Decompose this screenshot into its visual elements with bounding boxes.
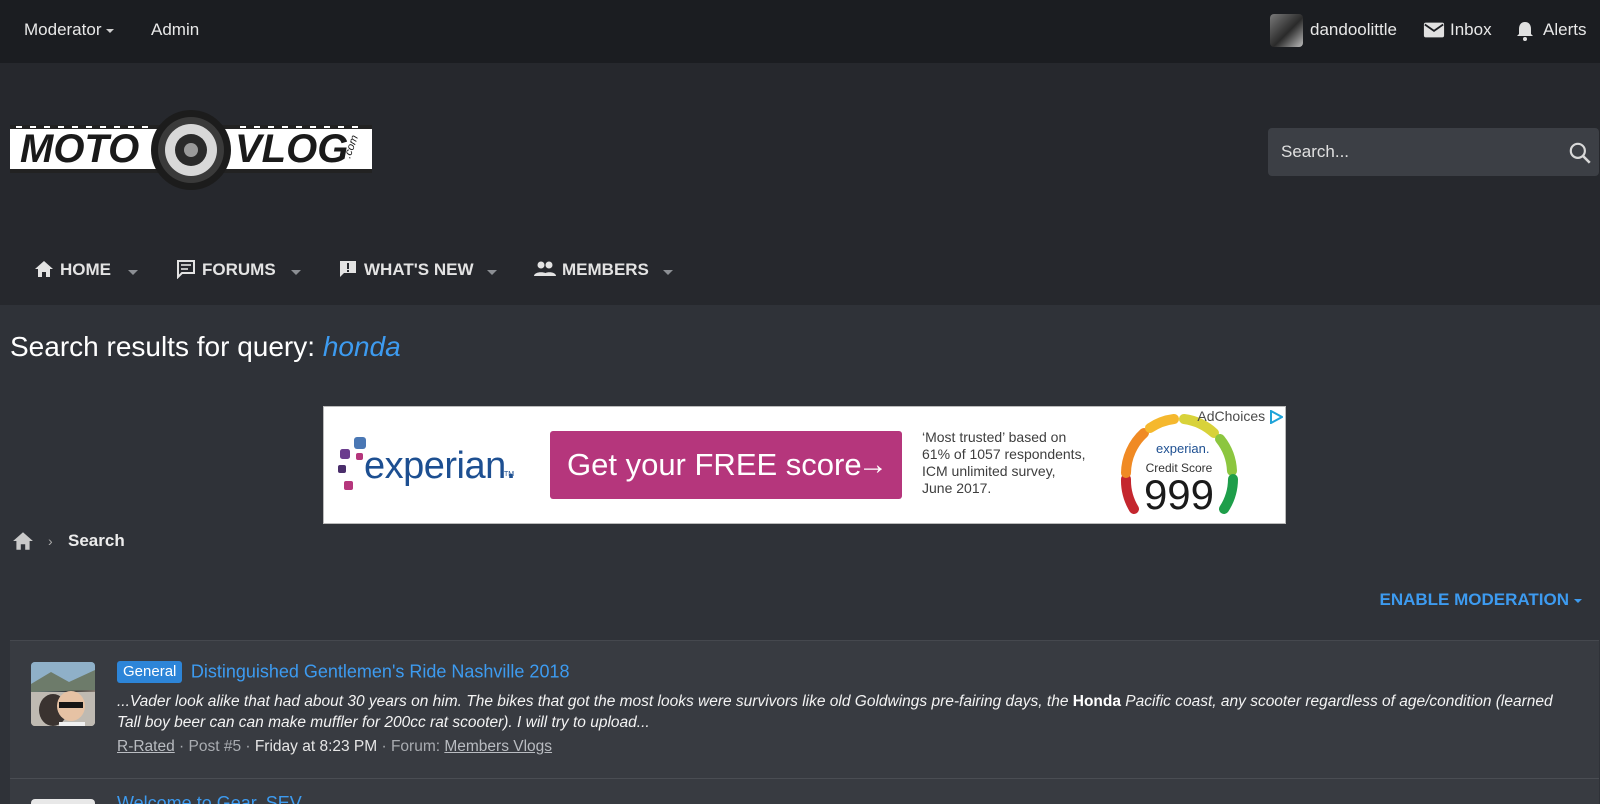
meta-separator: ·	[381, 738, 391, 755]
trademark-mark: TM	[504, 471, 515, 478]
members-dropdown-caret[interactable]	[663, 270, 673, 275]
ad-disclaimer: ‘Most trusted’ based on 61% of 1057 resp…	[922, 429, 1112, 497]
post-date: Friday at 8:23 PM	[254, 738, 378, 755]
page-title-prefix: Search results for query:	[10, 331, 316, 362]
search-input[interactable]	[1268, 128, 1548, 176]
gauge-brand: experian.	[1156, 441, 1210, 456]
main-nav: HOME FORUMS WHAT'S NEW MEMBERS	[0, 233, 1600, 305]
result-title-link[interactable]: Distinguished Gentlemen's Ride Nashville…	[191, 662, 570, 682]
search-results-list: General Distinguished Gentlemen's Ride N…	[10, 640, 1599, 804]
ad-note-line: ‘Most trusted’ based on	[922, 429, 1067, 445]
ad-note-line: June 2017.	[922, 480, 992, 496]
forums-dropdown-caret[interactable]	[291, 270, 301, 275]
chevron-right-icon: ›	[48, 533, 53, 549]
home-icon[interactable]	[12, 531, 34, 551]
bell-icon[interactable]	[1515, 20, 1535, 42]
result-meta: R-Rated · Post #5 · Friday at 8:23 PM · …	[117, 738, 552, 756]
user-avatar[interactable]	[1270, 14, 1303, 47]
forum-prefix: Forum:	[390, 738, 441, 755]
avatar-photo	[31, 662, 95, 726]
moderator-label: Moderator	[24, 20, 102, 39]
search-result-item: General Distinguished Gentlemen's Ride N…	[10, 641, 1599, 779]
ad-button-label: Get your FREE score	[567, 447, 862, 482]
members-icon	[534, 261, 556, 276]
meta-separator: ·	[179, 738, 189, 755]
search-query: honda	[322, 331, 401, 362]
nav-forums-label: FORUMS	[202, 260, 276, 279]
chevron-down-icon	[106, 28, 115, 33]
snippet-text: ...Vader look alike that had about 30 ye…	[117, 693, 1073, 710]
whats-new-dropdown-caret[interactable]	[487, 270, 497, 275]
adchoices-icon	[1270, 409, 1285, 425]
author-avatar[interactable]	[31, 799, 95, 804]
forum-link[interactable]: Members Vlogs	[444, 738, 552, 755]
enable-moderation-button[interactable]: ENABLE MODERATION	[1379, 590, 1582, 610]
svg-text:MOTO: MOTO	[20, 127, 139, 171]
inbox-link[interactable]: Inbox	[1450, 0, 1492, 60]
chevron-down-icon	[1574, 598, 1582, 603]
advertisement-banner[interactable]: experian. TM Get your FREE score → ‘Most…	[323, 406, 1286, 524]
snippet-highlight: Honda	[1072, 693, 1121, 710]
nav-forums[interactable]: FORUMS	[176, 255, 276, 285]
author-avatar[interactable]	[31, 662, 95, 726]
forum-icon	[177, 259, 195, 279]
ad-note-line: ICM unlimited survey,	[922, 463, 1056, 479]
arrow-right-icon: →	[858, 448, 888, 481]
svg-text:VLOG: VLOG	[235, 127, 348, 171]
breadcrumb-current: Search	[68, 531, 125, 550]
enable-moderation-label: ENABLE MODERATION	[1379, 590, 1569, 609]
meta-separator: ·	[245, 738, 255, 755]
whats-new-icon	[340, 260, 356, 277]
ad-note-line: 61% of 1057 respondents,	[922, 446, 1086, 462]
nav-home[interactable]: HOME	[34, 255, 111, 285]
nav-whats-new[interactable]: WHAT'S NEW	[338, 255, 474, 285]
post-number: Post #5	[188, 738, 242, 755]
home-icon	[35, 260, 53, 277]
nav-members[interactable]: MEMBERS	[534, 255, 649, 285]
alerts-link[interactable]: Alerts	[1543, 0, 1586, 60]
experian-brand: experian.	[364, 445, 516, 487]
credit-score-value: 999	[1143, 471, 1215, 518]
search-icon[interactable]	[1567, 140, 1593, 166]
nav-whats-new-label: WHAT'S NEW	[364, 260, 474, 279]
motovlog-logo[interactable]: MOTO VLOG .com	[10, 109, 372, 191]
result-snippet: ...Vader look alike that had about 30 ye…	[117, 691, 1557, 733]
admin-link[interactable]: Admin	[151, 0, 199, 60]
page-title: Search results for query: honda	[10, 331, 401, 363]
adchoices-link[interactable]: AdChoices	[1197, 408, 1285, 425]
mail-icon[interactable]	[1423, 20, 1445, 40]
author-link[interactable]: R-Rated	[117, 738, 175, 755]
home-dropdown-caret[interactable]	[128, 270, 138, 275]
username-link[interactable]: dandoolittle	[1310, 0, 1397, 60]
adchoices-label: AdChoices	[1197, 408, 1266, 424]
result-title-link[interactable]: Welcome to Gear, SEV	[117, 793, 302, 804]
nav-home-label: HOME	[60, 260, 111, 279]
result-title-row: General Distinguished Gentlemen's Ride N…	[117, 661, 569, 687]
top-bar: Moderator Admin dandoolittle Inbox Alert…	[0, 0, 1600, 63]
search-box	[1268, 128, 1599, 176]
moderator-menu[interactable]: Moderator	[24, 0, 115, 60]
prefix-badge[interactable]: General	[117, 661, 183, 683]
get-free-score-button[interactable]: Get your FREE score →	[550, 431, 902, 499]
site-header: MOTO VLOG .com	[0, 63, 1600, 233]
nav-members-label: MEMBERS	[562, 260, 649, 279]
